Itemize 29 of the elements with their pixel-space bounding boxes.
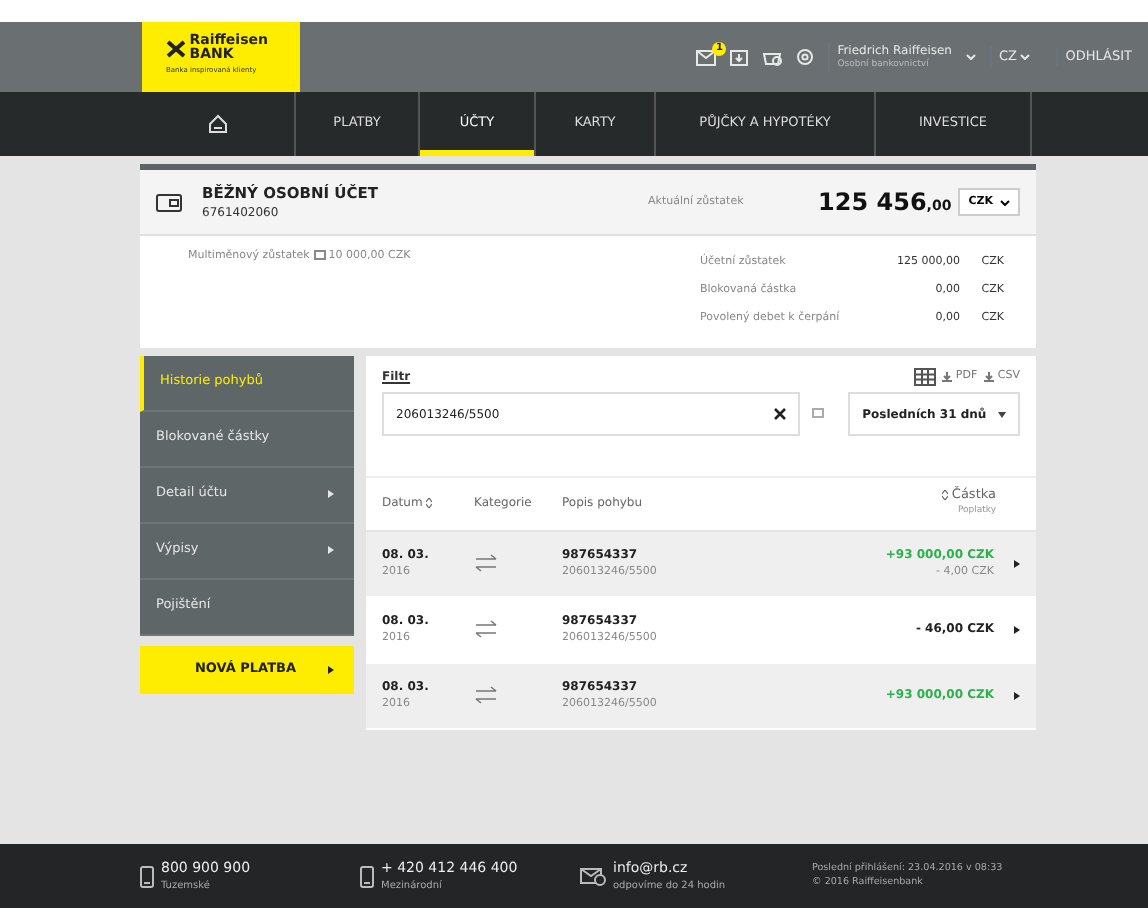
sort-icon[interactable] <box>942 490 949 501</box>
home-icon <box>207 114 227 134</box>
mail-icon <box>580 867 606 885</box>
basket-icon[interactable] <box>762 48 783 66</box>
chevron-icon <box>328 546 334 554</box>
chevron-icon <box>1014 691 1020 699</box>
transfer-icon <box>474 686 498 704</box>
caret-icon <box>1000 199 1010 205</box>
chevron-icon <box>328 490 334 498</box>
phone-icon <box>140 865 154 887</box>
mail-icon[interactable] <box>696 49 717 65</box>
download-icon <box>984 371 995 381</box>
chevron-icon <box>1014 625 1020 633</box>
caret-icon <box>998 411 1006 417</box>
table-icon[interactable] <box>913 367 936 385</box>
chevron-icon <box>1014 559 1020 567</box>
caret-icon[interactable] <box>966 54 976 60</box>
download-icon[interactable] <box>730 49 749 65</box>
download-icon <box>942 371 953 381</box>
phone-icon <box>360 865 374 887</box>
wallet-icon <box>156 193 182 211</box>
transfer-icon <box>474 554 498 572</box>
settings-icon[interactable] <box>796 48 815 66</box>
chevron-icon <box>328 665 334 673</box>
caret-icon <box>1020 54 1031 60</box>
transfer-icon <box>474 620 498 638</box>
logo-icon <box>166 39 186 57</box>
sort-icon <box>426 498 433 508</box>
close-icon[interactable] <box>774 408 787 420</box>
